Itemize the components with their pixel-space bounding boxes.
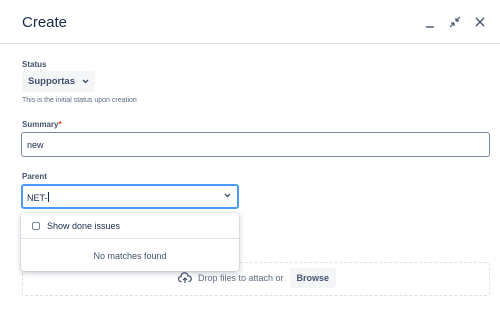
summary-value: new [27, 140, 44, 150]
show-done-issues-option[interactable]: Show done issues [21, 213, 239, 239]
chevron-down-icon[interactable] [224, 193, 231, 198]
no-matches-message: No matches found [93, 251, 167, 261]
show-done-issues-label: Show done issues [47, 220, 121, 231]
drop-files-text: Drop files to attach or [198, 273, 284, 283]
status-helper-text: This is the initial status upon creation [22, 97, 137, 104]
close-button[interactable] [472, 14, 488, 30]
summary-input[interactable]: new [21, 132, 490, 157]
parent-value-text: NET- [27, 193, 48, 203]
show-done-issues-checkbox[interactable] [32, 221, 40, 230]
parent-value: NET- [27, 192, 49, 203]
minimize-button[interactable] [422, 14, 438, 30]
summary-label: Summary* [22, 120, 62, 129]
status-value: Supportas [28, 76, 75, 87]
minimize-icon [426, 26, 434, 28]
status-dropdown-button[interactable]: Supportas [22, 71, 95, 92]
chevron-down-icon [82, 79, 89, 84]
summary-label-text: Summary [22, 120, 59, 129]
dialog-title: Create [22, 14, 68, 31]
parent-label: Parent [22, 172, 47, 181]
dialog-header: Create [0, 0, 500, 44]
parent-dropdown-menu: Show done issues No matches found [21, 213, 239, 271]
browse-button[interactable]: Browse [289, 268, 337, 288]
collapse-button[interactable] [447, 14, 463, 30]
cloud-upload-icon [178, 272, 192, 283]
text-cursor [47, 192, 49, 202]
close-icon [475, 17, 485, 27]
parent-select-input[interactable]: NET- [21, 184, 239, 209]
required-marker: * [58, 120, 62, 129]
collapse-icon [449, 16, 461, 28]
status-label: Status [22, 60, 47, 69]
